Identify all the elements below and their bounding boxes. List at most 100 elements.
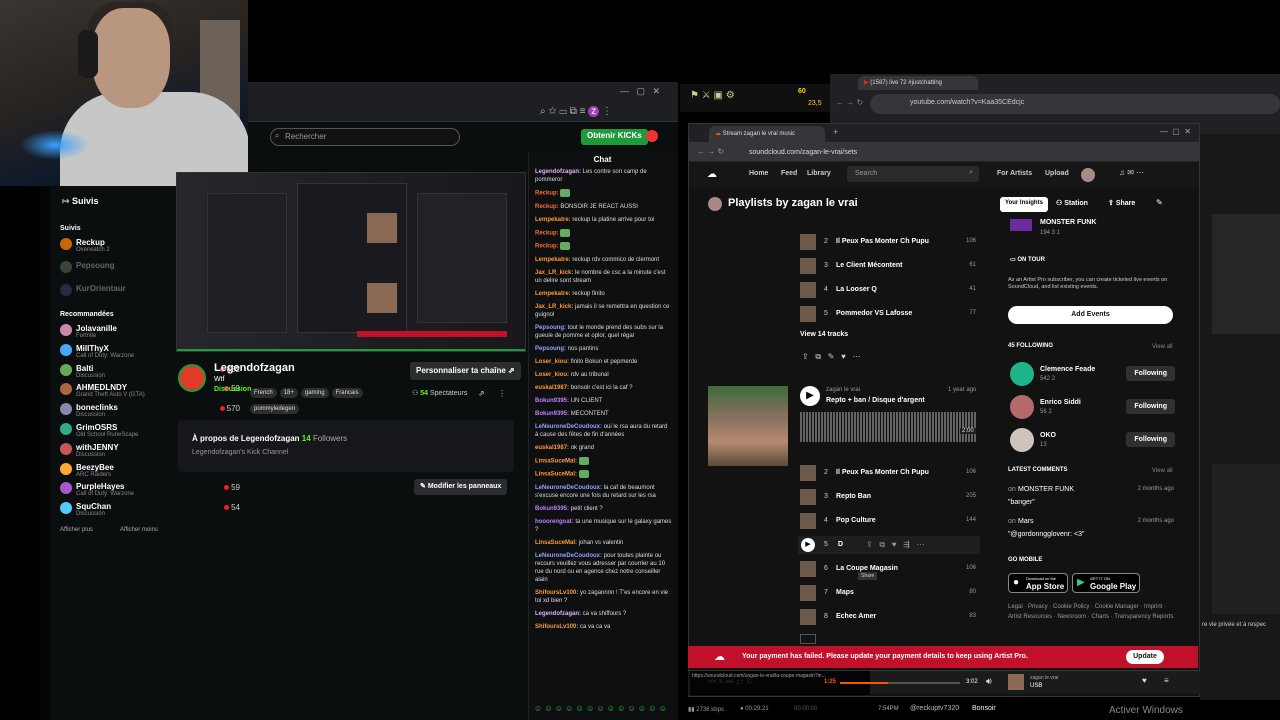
share-icon[interactable]: ⇗ [478,389,485,398]
user-name[interactable]: Enrico Siddi [1040,399,1081,406]
get-kicks-button[interactable]: Obtenir KICKs [581,129,648,145]
sc-window-controls[interactable]: — ▢ ✕ [1160,127,1191,136]
view-tracks-link[interactable]: View 14 tracks [800,331,848,338]
chat-username[interactable]: LinsaSuceMal: [535,540,577,546]
user-avatar[interactable] [1010,362,1034,386]
following-button[interactable]: Following [1126,432,1175,447]
track-title[interactable]: Repto Ban [836,493,871,500]
playlist-2-artist[interactable]: zagan le vrai [826,387,860,393]
show-less-link[interactable]: Afficher moins [120,527,158,533]
nav-home[interactable]: Home [749,170,768,177]
recommended-channel[interactable]: PurpleHayes Call of Duty: Warzone 59 [60,482,240,500]
track-title[interactable]: Le Client Mécontent [836,262,903,269]
chat-username[interactable]: Reckup: [535,230,559,236]
track-row[interactable]: 6 La Coupe Magasin 106 [800,561,976,579]
like-icon[interactable]: ♥ [1142,676,1147,685]
user-avatar[interactable] [1010,428,1034,452]
chat-username[interactable]: LeNeuroneDeCoudoux: [535,424,602,430]
upload-link[interactable]: Upload [1045,170,1069,177]
side-artist-name[interactable]: MONSTER FUNK [1040,219,1096,226]
chat-username[interactable]: Bokun9395: [535,506,569,512]
new-tab-icon[interactable]: + [833,127,838,137]
profile-avatar[interactable] [708,197,722,211]
share-button[interactable]: ⇪ Share [1108,199,1135,207]
track-title[interactable]: Il Peux Pas Monter Ch Pupu [836,238,929,245]
chat-username[interactable]: Jax_LR_kick: [535,304,573,310]
sc-search-input[interactable]: Search ⌕ [847,166,979,182]
track-row[interactable]: 5 Pommedor VS Lafosse 77 [800,306,976,324]
stream-category[interactable]: Discussion [214,386,251,393]
player-thumb[interactable] [1008,674,1024,690]
youtube-url-bar[interactable]: youtube.com/watch?v=Kaa35CEdcjc [870,94,1280,114]
soundcloud-tab[interactable]: ☁ Stream zagan le vrai music [709,126,825,142]
comment-item[interactable]: on Mars 2 months ago "@gordonngglovenr: <3" [1008,518,1174,546]
add-events-button[interactable]: Add Events [1008,306,1173,324]
user-name[interactable]: Clemence Feade [1040,366,1095,373]
chat-username[interactable]: Pepsoung: [535,325,566,331]
chat-username[interactable]: Lempekatre: [535,217,571,223]
show-more-link[interactable]: Afficher plus [60,527,93,533]
more-icon[interactable]: ⋮ [498,389,506,398]
footer-links[interactable]: Legal · Privacy · Cookie Policy · Cookie… [1008,602,1178,622]
view-all-comments[interactable]: View all [1152,468,1173,474]
track-title[interactable]: La Looser Q [836,286,877,293]
chat-username[interactable]: Reckup: [535,244,559,250]
track-title[interactable]: Pommedor VS Lafosse [836,310,912,317]
chat-username[interactable]: euskal1987: [535,445,569,451]
playlist-2-cover[interactable] [708,386,788,466]
track-title[interactable]: Pop Culture [836,517,876,524]
edit-icon[interactable]: ✎ [1156,198,1163,207]
chat-username[interactable]: LeNeuroneDeCoudoux: [535,553,602,559]
recommended-channel[interactable]: boneclinks Discussion 570 [60,403,240,421]
player-track[interactable]: USB [1030,683,1042,689]
comment-item[interactable]: on MONSTER FUNK 2 months ago "banger" [1008,486,1174,514]
track-row[interactable]: 4 Pop Culture 144 [800,513,976,531]
following-button[interactable]: Following [1126,399,1175,414]
recommended-channel[interactable]: AHMEDLNDY Grand Theft Auto V (GTA) 59 [60,383,240,401]
track-actions[interactable]: ⇪ ⧉ ♥ ⇶ ⋯ [866,540,925,550]
chat-username[interactable]: Loser_kiou: [535,359,569,365]
recommended-channel[interactable]: Balti Discussion 832 [60,363,240,382]
chat-username[interactable]: LinsaSuceMal: [535,472,577,478]
progress-bar[interactable] [840,682,960,684]
track-title[interactable]: La Coupe Magasin [836,565,898,572]
chat-username[interactable]: Legendofzagan: [535,169,581,175]
window-controls[interactable]: — ▢ ✕ [620,86,660,97]
side-artist-image[interactable] [1010,219,1032,231]
view-all-following[interactable]: View all [1152,344,1173,350]
sc-avatar[interactable] [1081,168,1095,182]
customize-channel-button[interactable]: Personnaliser ta chaîne ⇗ [410,362,521,380]
comment-track[interactable]: Mars [1018,518,1034,525]
track-row[interactable]: 8 Echec Amer 83 [800,609,976,627]
tag-chip[interactable]: pommyledegen [250,404,300,414]
nav-feed[interactable]: Feed [781,170,797,177]
chat-username[interactable]: Reckup: [535,204,559,210]
chat-username[interactable]: Jax_LR_kick: [535,270,573,276]
soundcloud-logo-icon[interactable]: ☁ [707,169,717,180]
nav-library[interactable]: Library [807,170,831,177]
waveform[interactable] [800,412,976,442]
edit-panels-button[interactable]: ✎ Modifier les panneaux [414,479,508,495]
chat-username[interactable]: euskal1987: [535,385,569,391]
chat-username[interactable]: LinsaSuceMal: [535,458,577,464]
notification-icon[interactable]: ♫ ✉ ⋯ [1119,168,1144,177]
playlist-action-icons[interactable]: ⇪ ⧉ ✎ ♥ ⋯ [802,352,861,362]
your-insights-button[interactable]: Your Insights [1000,197,1048,212]
track-play-button[interactable]: ▶ [801,538,815,552]
following-user[interactable]: Enrico Siddi 56 2 Following [1010,395,1175,421]
chat-username[interactable]: LeNeuroneDeCoudoux: [535,485,602,491]
chat-emote-bar[interactable]: ☺ ☺ ☺ ☺ ☺ ☺ ☺ ☺ ☺ ☺ ☺ ☺ ☺ [534,704,667,713]
soundcloud-url-bar[interactable]: ← → ↻ soundcloud.com/zagan-le-vrai/sets [689,142,1199,162]
user-avatar[interactable] [1010,395,1034,419]
comment-track[interactable]: MONSTER FUNK [1018,486,1074,493]
chat-username[interactable]: ShifoursLv100: [535,624,578,630]
sidebar-followed-title[interactable]: ↦ Suivis [62,196,99,207]
chat-username[interactable]: Reckup: [535,191,559,197]
track-title-5[interactable]: D [838,541,843,548]
following-user[interactable]: OKO 13 Following [1010,428,1175,454]
update-payment-button[interactable]: Update [1126,650,1164,664]
chat-username[interactable]: Loser_kiou: [535,372,569,378]
tag-chip[interactable]: gaming [300,388,329,398]
channel-name[interactable]: Legendofzagan [214,362,295,374]
volume-icon[interactable]: 🔊︎ [986,676,992,687]
